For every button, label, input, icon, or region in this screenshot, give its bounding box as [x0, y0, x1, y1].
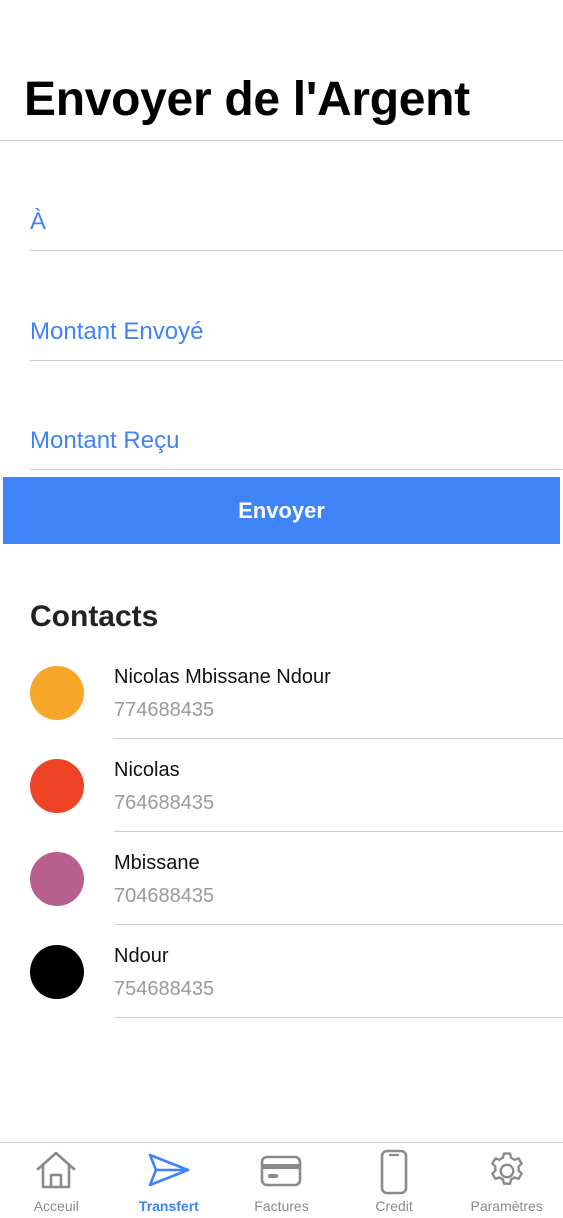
header: Envoyer de l'Argent	[0, 0, 563, 141]
contact-avatar	[30, 666, 84, 720]
amount-sent-field-container	[30, 301, 563, 361]
contact-item[interactable]: Nicolas 764688435	[0, 739, 563, 832]
amount-sent-input[interactable]	[30, 318, 563, 346]
contact-phone: 774688435	[114, 699, 215, 721]
contacts-list: Nicolas Mbissane Ndour 774688435 Nicolas…	[0, 646, 563, 1018]
tab-label: Transfert	[138, 1198, 199, 1214]
home-icon	[36, 1151, 76, 1189]
amount-received-field-container	[30, 410, 563, 470]
contact-divider	[114, 1017, 563, 1018]
contact-phone: 754688435	[114, 978, 215, 1000]
amount-received-input[interactable]	[30, 427, 563, 455]
contacts-title: Contacts	[30, 600, 159, 633]
card-icon	[261, 1155, 302, 1187]
tab-label: Credit	[375, 1198, 413, 1214]
tab-parametres[interactable]: Paramètres	[450, 1143, 563, 1218]
contact-avatar	[30, 852, 84, 906]
tab-transfert[interactable]: Transfert	[113, 1143, 226, 1218]
recipient-input[interactable]	[30, 208, 563, 236]
gear-icon	[490, 1152, 523, 1185]
tab-label: Factures	[254, 1198, 309, 1214]
contact-phone: 704688435	[114, 885, 215, 907]
page-title: Envoyer de l'Argent	[24, 73, 470, 126]
tab-label: Paramètres	[470, 1198, 543, 1214]
contact-phone: 764688435	[114, 792, 215, 814]
bottom-tab-bar: Acceuil Transfert Factures Credit Paramè…	[0, 1142, 563, 1218]
contact-item[interactable]: Mbissane 704688435	[0, 832, 563, 925]
phone-icon	[380, 1149, 408, 1195]
send-button[interactable]: Envoyer	[3, 477, 560, 544]
send-icon	[148, 1153, 190, 1187]
contact-avatar	[30, 945, 84, 999]
contact-item[interactable]: Ndour 754688435	[0, 925, 563, 1018]
tab-credit[interactable]: Credit	[338, 1143, 451, 1218]
tab-label: Acceuil	[33, 1198, 79, 1214]
contact-name: Ndour	[114, 945, 169, 967]
contact-avatar	[30, 759, 84, 813]
recipient-field-container	[30, 191, 563, 251]
contact-name: Nicolas	[114, 759, 180, 781]
contact-item[interactable]: Nicolas Mbissane Ndour 774688435	[0, 646, 563, 739]
tab-factures[interactable]: Factures	[225, 1143, 338, 1218]
contact-name: Nicolas Mbissane Ndour	[114, 666, 331, 688]
tab-accueil[interactable]: Acceuil	[0, 1143, 113, 1218]
contact-name: Mbissane	[114, 852, 200, 874]
